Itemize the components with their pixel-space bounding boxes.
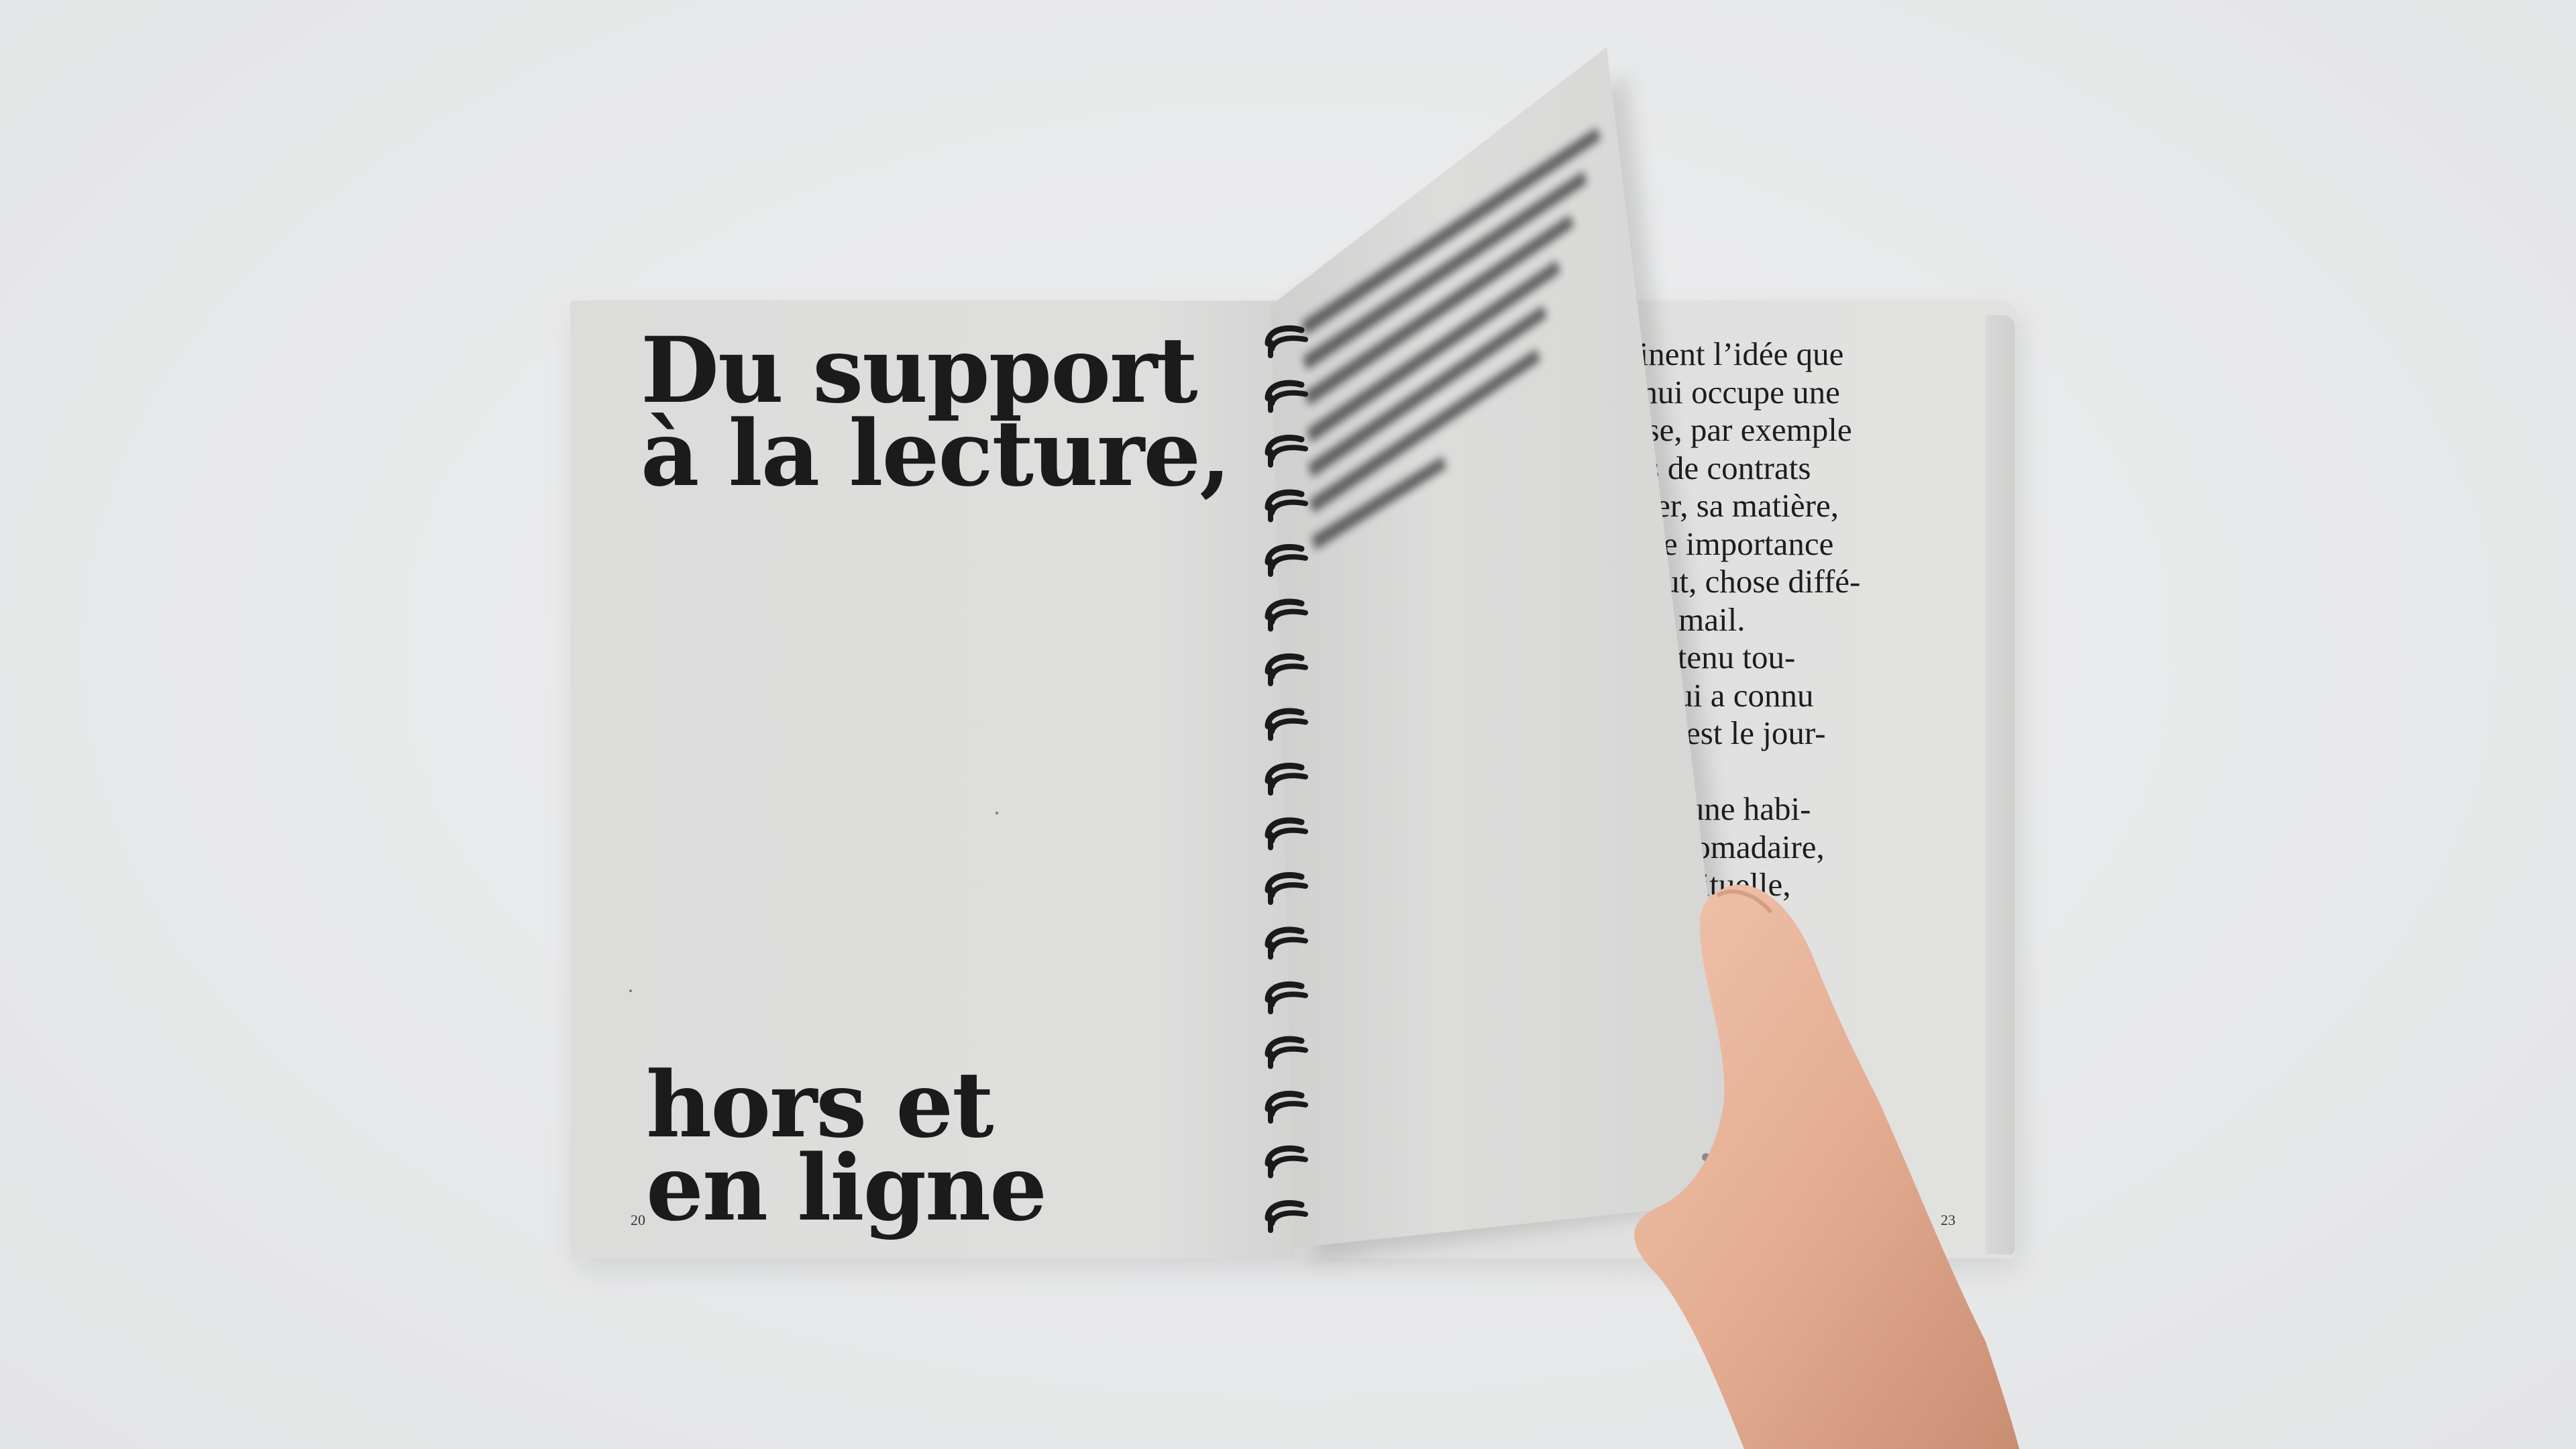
spiral-loop xyxy=(1265,435,1308,468)
right-page-text-line: use, par exemple xyxy=(1630,411,1852,448)
right-page-text-line xyxy=(1630,753,1979,791)
right-page-text-line: s. xyxy=(1630,1131,1652,1169)
spiral-loop xyxy=(1265,380,1308,413)
right-page-body-text: tinent l’idée que’hui occupe une use, par… xyxy=(1630,335,1979,1169)
right-page-text-line xyxy=(1630,942,1979,980)
spiral-loop xyxy=(1265,489,1308,523)
spiral-loop xyxy=(1265,653,1308,686)
left-page-number: 20 xyxy=(631,1212,645,1228)
right-page-text-line: oup une habi- xyxy=(1630,790,1811,827)
page-stack-edge xyxy=(1986,315,2015,1254)
right-page-text-line: tatut, chose diffé- xyxy=(1630,563,1861,600)
right-page-text-line: ns de contrats xyxy=(1630,449,1811,486)
right-page-text-line: r- xyxy=(1630,979,1652,1017)
spiral-loop xyxy=(1265,981,1308,1014)
right-page-text-line xyxy=(1630,1056,1979,1094)
spiral-loop xyxy=(1265,544,1308,577)
right-page-text-line: orte rituelle, xyxy=(1630,866,1791,903)
spiral-loop xyxy=(1265,872,1308,905)
paper-speck xyxy=(629,989,632,992)
heading-top: Du support à la lecture, xyxy=(641,325,1231,498)
spiral-loop xyxy=(1265,817,1308,851)
right-page-text-line: pier, sa matière, xyxy=(1630,487,1839,524)
right-page-number: 23 xyxy=(1941,1212,1955,1228)
heading-bottom-line-2: en ligne xyxy=(646,1134,1047,1241)
spiral-loop xyxy=(1265,598,1308,632)
right-page-text-line: s xyxy=(1630,1018,1644,1055)
spiral-loop xyxy=(1265,708,1308,741)
paper-speck xyxy=(996,812,998,814)
right-page-text-line: is qui a connu xyxy=(1630,676,1814,714)
right-page-text-line: hebdomadaire, xyxy=(1630,828,1825,865)
right-page-text-line: tinent l’idée que xyxy=(1630,335,1844,372)
heading-bottom: hors et en ligne xyxy=(646,1059,1047,1233)
heading-top-line-2: à la lecture, xyxy=(641,400,1231,506)
right-page-text-line xyxy=(1630,1093,1979,1132)
spiral-loop xyxy=(1265,1091,1308,1124)
spiral-loop xyxy=(1265,1036,1308,1069)
right-page-text-line: contenu tou- xyxy=(1630,639,1796,676)
spiral-loop xyxy=(1265,926,1308,960)
spiral-loop xyxy=(1265,763,1308,796)
right-page-text-line: tale est le jour- xyxy=(1630,714,1826,751)
spiral-loop xyxy=(1265,1145,1308,1179)
right-page-text-line: ple mail. xyxy=(1630,600,1746,638)
right-page-text-line: e de cet xyxy=(1630,904,1731,941)
spiral-loop xyxy=(1265,1200,1308,1233)
spiral-loop xyxy=(1265,325,1308,358)
spiral-binding xyxy=(1265,325,1308,1233)
right-page-text-line: une importance xyxy=(1630,525,1834,562)
photo-scene: tinent l’idée que’hui occupe une use, par… xyxy=(0,0,2576,1449)
right-page-text-line: ’hui occupe une xyxy=(1630,373,1840,411)
